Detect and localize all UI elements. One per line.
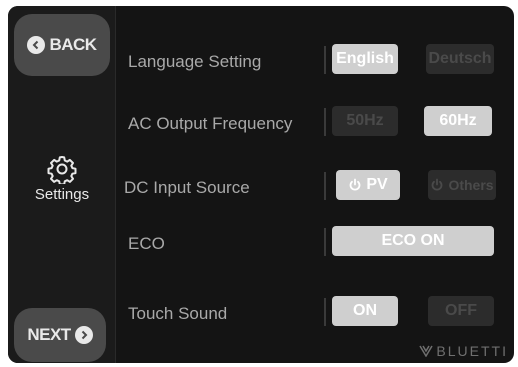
back-label: BACK <box>49 35 97 54</box>
next-label: NEXT <box>27 325 71 344</box>
option-label: 50Hz <box>346 112 384 129</box>
option-label: Deutsch <box>428 50 492 67</box>
option-50hz[interactable]: 50Hz <box>332 106 398 136</box>
option-english[interactable]: English <box>332 44 398 74</box>
divider <box>324 228 326 256</box>
bluetti-logo-icon <box>419 345 434 357</box>
option-label: OFF <box>445 302 477 319</box>
divider <box>324 298 326 326</box>
brand-name: BLUETTI <box>436 343 508 359</box>
gear-icon <box>47 156 77 184</box>
nav-rail: BACK Settings NEXT <box>8 6 116 363</box>
settings-label: Settings <box>34 186 90 203</box>
arrow-right-circle-icon <box>74 326 93 344</box>
ac-output-frequency-row: AC Output Frequency 50Hz 60Hz <box>128 104 508 144</box>
option-deutsch[interactable]: Deutsch <box>426 44 494 74</box>
dc-input-source-row: DC Input Source PV Others <box>124 168 508 208</box>
divider <box>324 172 326 200</box>
settings-section: Settings <box>8 154 116 203</box>
option-pv[interactable]: PV <box>336 170 400 200</box>
divider <box>324 108 326 136</box>
language-setting-row: Language Setting English Deutsch <box>128 42 508 82</box>
option-eco-on[interactable]: ECO ON <box>332 226 494 256</box>
row-label: Touch Sound <box>128 304 228 323</box>
row-label: Language Setting <box>128 52 262 71</box>
brand-logo: BLUETTI <box>419 343 508 359</box>
divider <box>324 46 326 74</box>
option-off[interactable]: OFF <box>428 296 494 326</box>
back-button[interactable]: BACK <box>14 14 110 76</box>
option-on[interactable]: ON <box>332 296 398 326</box>
arrow-left-circle-icon <box>27 36 46 54</box>
option-label: ECO ON <box>381 232 445 249</box>
settings-screen: BACK Settings NEXT Language Setting Engl… <box>8 6 514 363</box>
option-60hz[interactable]: 60Hz <box>424 106 492 136</box>
row-label: AC Output Frequency <box>128 114 293 133</box>
option-others[interactable]: Others <box>428 170 496 200</box>
eco-row: ECO ECO ON <box>128 224 508 264</box>
option-label: Others <box>448 177 494 193</box>
option-label: English <box>336 50 394 67</box>
power-icon <box>349 178 361 191</box>
touch-sound-row: Touch Sound ON OFF <box>128 294 508 334</box>
row-label: DC Input Source <box>124 178 250 197</box>
next-button[interactable]: NEXT <box>14 308 106 362</box>
option-label: 60Hz <box>439 112 477 129</box>
option-label: ON <box>353 302 377 319</box>
option-label: PV <box>366 176 388 193</box>
row-label: ECO <box>128 234 165 253</box>
power-icon <box>432 178 443 191</box>
